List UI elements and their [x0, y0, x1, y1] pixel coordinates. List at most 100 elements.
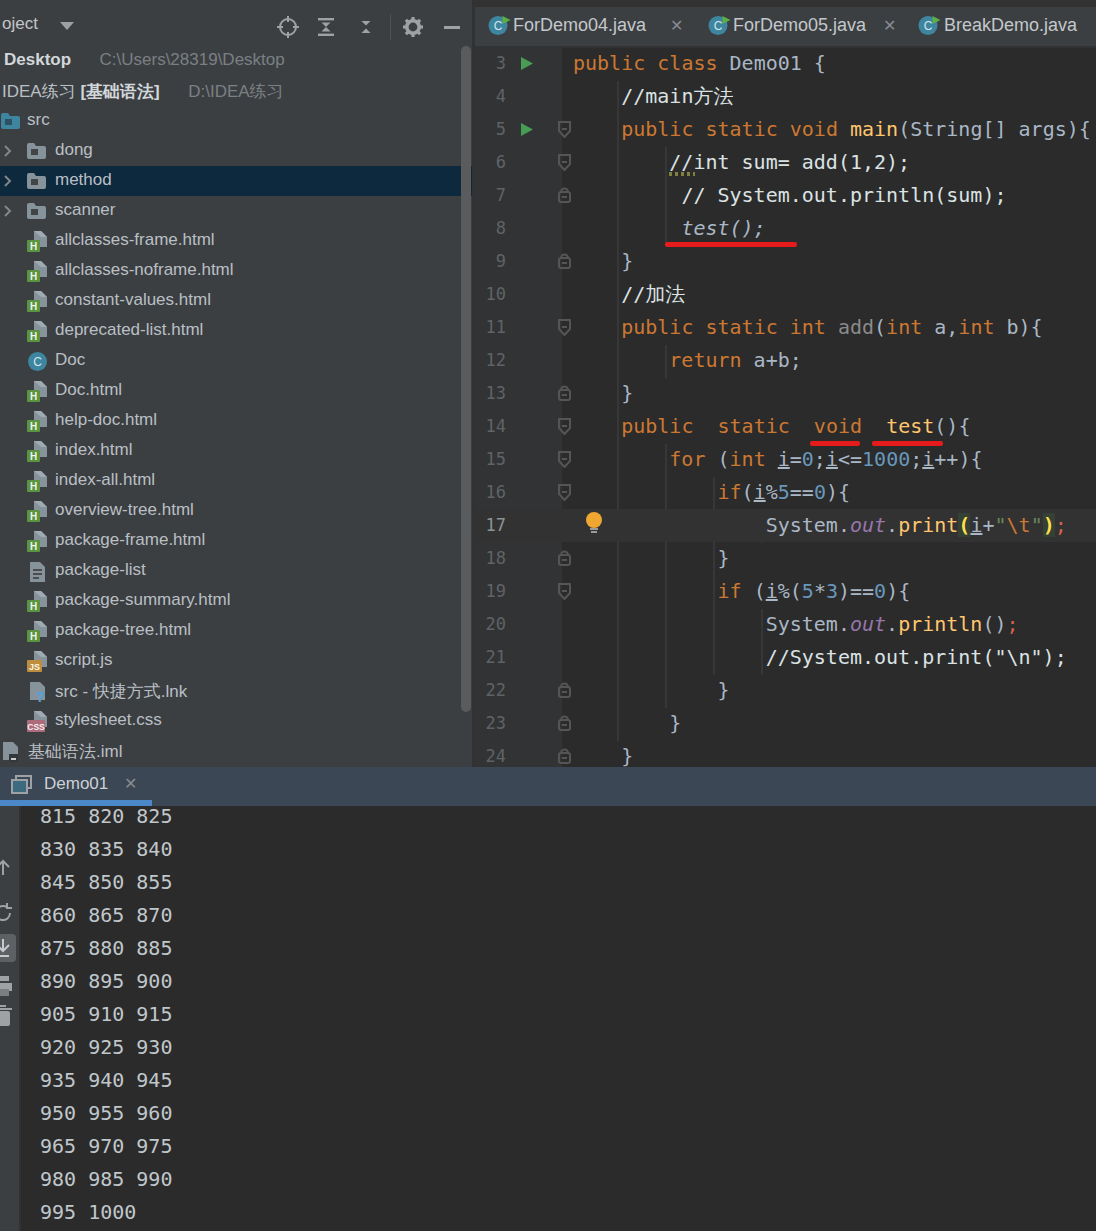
code-text: for (int i=0;i<=1000;i++){: [573, 443, 982, 476]
code-line-7[interactable]: 7 // System.out.println(sum);: [475, 179, 1096, 212]
line-number: 13: [475, 377, 506, 410]
code-line-20[interactable]: 20 System.out.println();: [475, 608, 1096, 641]
tree-item-deprecated-list.html[interactable]: Hdeprecated-list.html: [0, 316, 472, 346]
run-gutter-icon[interactable]: [519, 122, 534, 137]
tree-item-label: help-doc.html: [55, 410, 157, 430]
tab-close-icon[interactable]: ✕: [883, 16, 896, 35]
console-line: 905 910 915: [40, 998, 1040, 1031]
project-panel-title[interactable]: oject: [2, 14, 38, 34]
console-output[interactable]: 815 820 825830 835 840845 850 855860 865…: [40, 800, 1040, 1229]
project-title-caret-icon[interactable]: [60, 22, 74, 30]
scroll-to-end-icon[interactable]: [0, 934, 16, 962]
code-line-19[interactable]: 19 if (i%(5*3)==0){: [475, 575, 1096, 608]
tree-item-allclasses-noframe.html[interactable]: Hallclasses-noframe.html: [0, 256, 472, 286]
code-text: }: [573, 245, 633, 278]
tree-item-scanner[interactable]: scanner: [0, 196, 472, 226]
svg-text:C: C: [714, 19, 723, 33]
settings-icon[interactable]: [401, 15, 425, 39]
code-line-6[interactable]: 6 //int sum= add(1,2);: [475, 146, 1096, 179]
tree-item-index.html[interactable]: Hindex.html: [0, 436, 472, 466]
tree-item-constant-values.html[interactable]: Hconstant-values.html: [0, 286, 472, 316]
folder-icon: [26, 201, 47, 221]
tree-item-stylesheet.css[interactable]: CSSstylesheet.css: [0, 706, 472, 736]
expand-all-icon[interactable]: [314, 15, 338, 39]
code-line-22[interactable]: 22 }: [475, 674, 1096, 707]
print-icon[interactable]: [0, 974, 15, 998]
code-editor[interactable]: 3public class Demo01 {4 //main方法5 public…: [475, 46, 1096, 776]
tree-item-Doc[interactable]: CDoc: [0, 346, 472, 376]
intention-bulb-icon[interactable]: [585, 511, 603, 533]
code-line-18[interactable]: 18 }: [475, 542, 1096, 575]
code-line-16[interactable]: 16 if(i%5==0){: [475, 476, 1096, 509]
folder-icon: [26, 171, 47, 191]
tree-item-index-all.html[interactable]: Hindex-all.html: [0, 466, 472, 496]
code-line-8[interactable]: 8 test();: [475, 212, 1096, 245]
collapse-all-icon[interactable]: [354, 15, 378, 39]
code-line-5[interactable]: 5 public static void main(String[] args)…: [475, 113, 1096, 146]
code-line-9[interactable]: 9 }: [475, 245, 1096, 278]
lock-gutter-icon[interactable]: [557, 253, 573, 271]
chevron-right-icon[interactable]: [1, 175, 13, 187]
code-line-17[interactable]: 17 System.out.print(i+"\t");: [475, 509, 1096, 542]
lock-gutter-icon[interactable]: [557, 550, 573, 568]
tree-item-Desktop[interactable]: Desktop C:\Users\28319\Desktop: [0, 46, 472, 76]
tree-item-help-doc.html[interactable]: Hhelp-doc.html: [0, 406, 472, 436]
chevron-right-icon[interactable]: [1, 205, 13, 217]
code-line-13[interactable]: 13 }: [475, 377, 1096, 410]
svg-text:H: H: [30, 631, 37, 642]
lock-gutter-icon[interactable]: [557, 748, 573, 766]
bookmark-tag-icon[interactable]: [557, 418, 573, 436]
code-line-10[interactable]: 10 //加法: [475, 278, 1096, 311]
run-gutter-icon[interactable]: [519, 56, 534, 71]
svg-text:H: H: [30, 601, 37, 612]
tree-item-package-tree.html[interactable]: Hpackage-tree.html: [0, 616, 472, 646]
tree-item-Doc.html[interactable]: HDoc.html: [0, 376, 472, 406]
code-line-12[interactable]: 12 return a+b;: [475, 344, 1096, 377]
code-line-21[interactable]: 21 //System.out.print("\n");: [475, 641, 1096, 674]
line-number: 8: [475, 212, 506, 245]
tree-item-package-frame.html[interactable]: Hpackage-frame.html: [0, 526, 472, 556]
tree-item-method[interactable]: method: [0, 166, 472, 196]
tab-close-icon[interactable]: ✕: [670, 16, 683, 35]
tree-item-package-list[interactable]: package-list: [0, 556, 472, 586]
up-arrow-icon[interactable]: [0, 856, 14, 878]
bookmark-tag-icon[interactable]: [557, 484, 573, 502]
lock-gutter-icon[interactable]: [557, 715, 573, 733]
run-tab-close-icon[interactable]: ✕: [124, 774, 137, 793]
lock-gutter-icon[interactable]: [557, 682, 573, 700]
code-text: System.out.println();: [573, 608, 1019, 641]
bookmark-tag-icon[interactable]: [557, 121, 573, 139]
locate-icon[interactable]: [276, 15, 300, 39]
clear-icon[interactable]: [0, 1004, 15, 1028]
code-line-14[interactable]: 14 public static void test(){: [475, 410, 1096, 443]
bookmark-tag-icon[interactable]: [557, 154, 573, 172]
code-line-15[interactable]: 15 for (int i=0;i<=1000;i++){: [475, 443, 1096, 476]
tree-item-overview-tree.html[interactable]: Hoverview-tree.html: [0, 496, 472, 526]
code-text: public static void test(){: [573, 410, 970, 443]
tree-item-src---.lnk[interactable]: ?src - 快捷方式.lnk: [0, 676, 472, 706]
tree-item-dong[interactable]: dong: [0, 136, 472, 166]
lock-gutter-icon[interactable]: [557, 187, 573, 205]
project-scrollbar[interactable]: [461, 46, 471, 712]
tree-item-label: Doc: [55, 350, 85, 370]
tree-item-allclasses-frame.html[interactable]: Hallclasses-frame.html: [0, 226, 472, 256]
tree-item-src[interactable]: src: [0, 106, 472, 136]
code-line-4[interactable]: 4 //main方法: [475, 80, 1096, 113]
run-tab-title[interactable]: Demo01: [44, 774, 108, 794]
bookmark-tag-icon[interactable]: [557, 319, 573, 337]
panel-divider[interactable]: [472, 0, 475, 767]
hide-panel-icon[interactable]: [440, 15, 464, 39]
tree-item--.iml[interactable]: 基础语法.iml: [0, 736, 472, 766]
tree-item-package-summary.html[interactable]: Hpackage-summary.html: [0, 586, 472, 616]
code-line-11[interactable]: 11 public static int add(int a,int b){: [475, 311, 1096, 344]
chevron-right-icon[interactable]: [1, 145, 13, 157]
bookmark-tag-icon[interactable]: [557, 583, 573, 601]
tree-item-script.js[interactable]: JSscript.js: [0, 646, 472, 676]
tree-item-IDEA-[interactable]: IDEA练习 [基础语法] D:\IDEA练习: [0, 76, 472, 106]
bookmark-tag-icon[interactable]: [557, 451, 573, 469]
console-line: 950 955 960: [40, 1097, 1040, 1130]
code-line-23[interactable]: 23 }: [475, 707, 1096, 740]
rerun-icon[interactable]: [0, 901, 15, 925]
project-tree: Desktop C:\Users\28319\DesktopIDEA练习 [基础…: [0, 46, 472, 767]
lock-gutter-icon[interactable]: [557, 385, 573, 403]
